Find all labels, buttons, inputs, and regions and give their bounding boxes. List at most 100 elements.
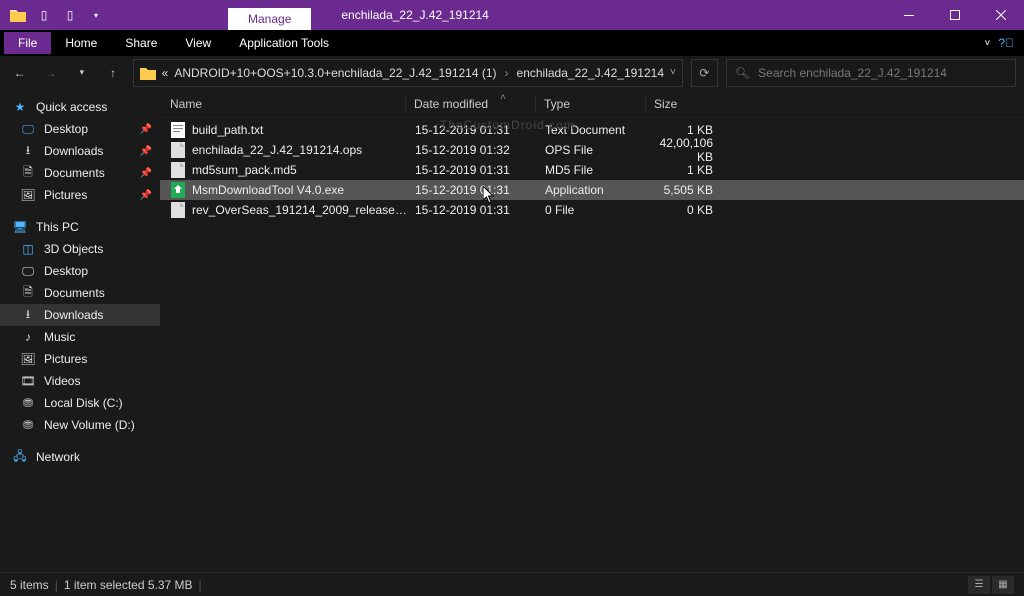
file-size: 42,00,106 KB bbox=[647, 136, 717, 164]
breadcrumb-dropdown-icon[interactable]: ˅ bbox=[670, 67, 676, 78]
sidebar-item-label: Pictures bbox=[44, 188, 87, 202]
pictures-icon: 🖼 bbox=[20, 351, 36, 367]
sidebar-item-pictures[interactable]: 🖼Pictures📌 bbox=[0, 184, 160, 206]
search-box[interactable]: 🔍︎ bbox=[726, 59, 1016, 87]
sidebar-item-label: Music bbox=[44, 330, 75, 344]
file-row[interactable]: build_path.txt15-12-2019 01:31Text Docum… bbox=[160, 120, 1024, 140]
column-date[interactable]: Date modified bbox=[405, 97, 535, 111]
file-date: 15-12-2019 01:31 bbox=[407, 163, 537, 177]
back-button[interactable]: ← bbox=[8, 61, 31, 85]
maximize-button[interactable] bbox=[932, 0, 978, 30]
application-tools-menu[interactable]: Application Tools bbox=[225, 32, 343, 54]
titlebar: ▯ ▯ ▾ Manage enchilada_22_J.42_191214 bbox=[0, 0, 1024, 30]
close-button[interactable] bbox=[978, 0, 1024, 30]
sidebar-item-downloads[interactable]: ⭳Downloads📌 bbox=[0, 140, 160, 162]
forward-button[interactable]: → bbox=[39, 61, 62, 85]
downloads-icon: ⭳ bbox=[20, 307, 36, 323]
recent-dropdown-icon[interactable]: ▾ bbox=[70, 61, 93, 85]
quick-access-toolbar: ▯ ▯ ▾ bbox=[0, 3, 108, 27]
sidebar-item-new-volume-d[interactable]: ⛃ New Volume (D:) bbox=[0, 414, 160, 436]
file-name: MsmDownloadTool V4.0.exe bbox=[192, 183, 407, 197]
sidebar-item-videos[interactable]: 🎞Videos bbox=[0, 370, 160, 392]
file-row[interactable]: rev_OverSeas_191214_2009_release_OTA-...… bbox=[160, 200, 1024, 220]
sidebar-item-label: Desktop bbox=[44, 122, 88, 136]
file-size: 5,505 KB bbox=[647, 183, 717, 197]
pin-icon: 📌 bbox=[140, 146, 152, 157]
sidebar-item-this-pc[interactable]: 🖥This PC bbox=[0, 216, 160, 238]
file-icon bbox=[170, 162, 186, 178]
file-menu[interactable]: File bbox=[4, 32, 51, 54]
chevron-right-icon[interactable]: › bbox=[505, 66, 509, 80]
music-icon: ♪ bbox=[20, 329, 36, 345]
minimize-button[interactable] bbox=[886, 0, 932, 30]
file-list-pane: ˄ Name Date modified Type Size TheCustom… bbox=[160, 90, 1024, 572]
sidebar-item-label: This PC bbox=[36, 220, 79, 234]
details-view-button[interactable]: ☰ bbox=[968, 576, 990, 594]
column-size[interactable]: Size bbox=[645, 97, 715, 111]
network-icon: 🖧 bbox=[12, 449, 28, 465]
pin-icon: 📌 bbox=[140, 168, 152, 179]
desktop-icon: 🖵 bbox=[20, 121, 36, 137]
sidebar-item-quick-access[interactable]: ★ Quick access bbox=[0, 96, 160, 118]
file-row[interactable]: enchilada_22_J.42_191214.ops15-12-2019 0… bbox=[160, 140, 1024, 160]
file-row[interactable]: md5sum_pack.md515-12-2019 01:31MD5 File1… bbox=[160, 160, 1024, 180]
column-type[interactable]: Type bbox=[535, 97, 645, 111]
sidebar-item-downloads[interactable]: ⭳Downloads bbox=[0, 304, 160, 326]
breadcrumb[interactable]: « ANDROID+10+OOS+10.3.0+enchilada_22_J.4… bbox=[133, 59, 683, 87]
share-menu[interactable]: Share bbox=[111, 32, 171, 54]
ribbon-collapse-icon[interactable]: ˅ bbox=[984, 38, 990, 49]
search-input[interactable] bbox=[758, 66, 1007, 80]
file-icon bbox=[170, 202, 186, 218]
window-title: enchilada_22_J.42_191214 bbox=[341, 8, 488, 22]
file-date: 15-12-2019 01:31 bbox=[407, 183, 537, 197]
breadcrumb-prefix: « bbox=[162, 66, 169, 80]
qat-item-icon[interactable]: ▯ bbox=[58, 3, 82, 27]
sidebar-item-label: Desktop bbox=[44, 264, 88, 278]
sidebar-item-label: Quick access bbox=[36, 100, 107, 114]
sidebar-item-music[interactable]: ♪ Music bbox=[0, 326, 160, 348]
file-type: 0 File bbox=[537, 203, 647, 217]
menubar: File Home Share View Application Tools ˅… bbox=[0, 30, 1024, 56]
file-size: 1 KB bbox=[647, 163, 717, 177]
status-bar: 5 items | 1 item selected 5.37 MB | ☰ ▦ bbox=[0, 572, 1024, 596]
home-menu[interactable]: Home bbox=[51, 32, 111, 54]
sidebar-item-desktop[interactable]: 🖵Desktop📌 bbox=[0, 118, 160, 140]
drive-icon: ⛃ bbox=[20, 417, 36, 433]
file-type: Application bbox=[537, 183, 647, 197]
up-button[interactable]: ↑ bbox=[101, 61, 124, 85]
sort-indicator-icon: ˄ bbox=[500, 92, 506, 103]
column-name[interactable]: Name bbox=[170, 97, 405, 111]
sidebar-item-3d-objects[interactable]: ◫3D Objects bbox=[0, 238, 160, 260]
divider: | bbox=[55, 578, 58, 592]
view-menu[interactable]: View bbox=[171, 32, 225, 54]
file-list: TheCustomDroid.com build_path.txt15-12-2… bbox=[160, 118, 1024, 222]
file-size: 0 KB bbox=[647, 203, 717, 217]
sidebar-item-local-disk-c[interactable]: ⛃ Local Disk (C:) bbox=[0, 392, 160, 414]
breadcrumb-segment[interactable]: ANDROID+10+OOS+10.3.0+enchilada_22_J.42_… bbox=[174, 66, 496, 80]
sidebar-item-network[interactable]: 🖧Network bbox=[0, 446, 160, 468]
status-item-count: 5 items bbox=[10, 578, 49, 592]
file-icon bbox=[170, 122, 186, 138]
sidebar-item-documents[interactable]: 🗎Documents bbox=[0, 282, 160, 304]
qat-item-icon[interactable]: ▯ bbox=[32, 3, 56, 27]
file-row[interactable]: MsmDownloadTool V4.0.exe15-12-2019 01:31… bbox=[160, 180, 1024, 200]
drive-icon: ⛃ bbox=[20, 395, 36, 411]
sidebar-item-label: New Volume (D:) bbox=[44, 418, 135, 432]
column-headers[interactable]: Name Date modified Type Size bbox=[160, 90, 1024, 118]
file-type: OPS File bbox=[537, 143, 647, 157]
thumbnails-view-button[interactable]: ▦ bbox=[992, 576, 1014, 594]
sidebar-item-documents[interactable]: 🗎Documents📌 bbox=[0, 162, 160, 184]
sidebar-item-label: Local Disk (C:) bbox=[44, 396, 123, 410]
sidebar-item-label: Downloads bbox=[44, 144, 103, 158]
documents-icon: 🗎 bbox=[20, 165, 36, 181]
help-icon[interactable]: ?⃝ bbox=[998, 36, 1014, 50]
sidebar-item-pictures[interactable]: 🖼 Pictures bbox=[0, 348, 160, 370]
refresh-button[interactable]: ⟳ bbox=[691, 59, 718, 87]
main-area: ★ Quick access 🖵Desktop📌 ⭳Downloads📌 🗎Do… bbox=[0, 90, 1024, 572]
breadcrumb-segment[interactable]: enchilada_22_J.42_191214 bbox=[517, 66, 664, 80]
sidebar-item-label: Pictures bbox=[44, 352, 87, 366]
qat-dropdown-icon[interactable]: ▾ bbox=[84, 3, 108, 27]
sidebar-item-desktop[interactable]: 🖵Desktop bbox=[0, 260, 160, 282]
tab-manage[interactable]: Manage bbox=[228, 8, 311, 30]
file-date: 15-12-2019 01:32 bbox=[407, 143, 537, 157]
